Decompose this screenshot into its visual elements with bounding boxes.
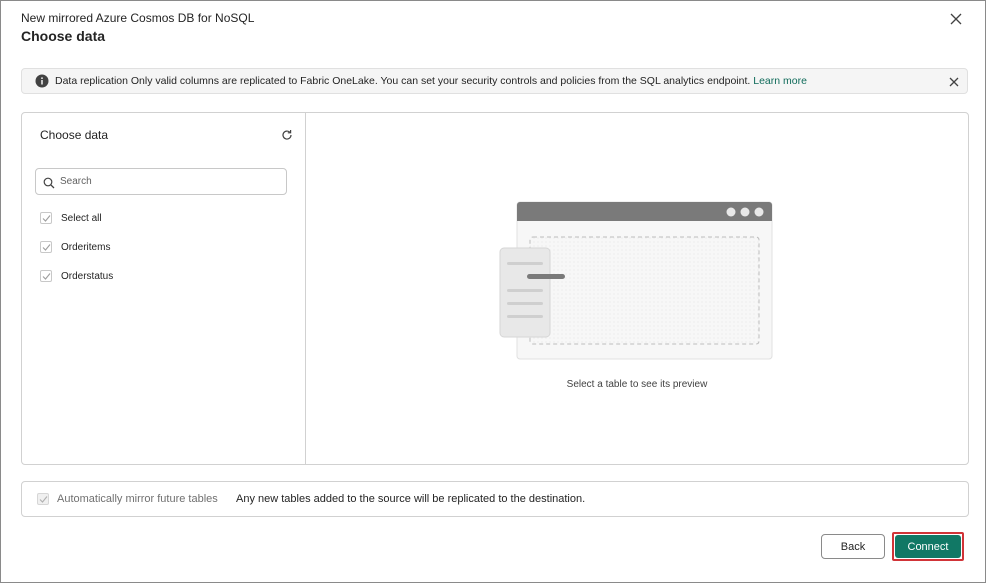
checkbox[interactable] bbox=[40, 241, 52, 253]
auto-mirror-row: Automatically mirror future tables Any n… bbox=[21, 481, 969, 517]
preview-empty-text: Select a table to see its preview bbox=[566, 379, 708, 390]
empty-preview-illustration bbox=[497, 201, 777, 363]
select-all-checkbox[interactable]: Select all bbox=[40, 210, 102, 226]
connect-button[interactable]: Connect bbox=[895, 535, 961, 558]
table-selection-pane: Choose data Select all Orderitems Ord bbox=[22, 113, 306, 464]
info-banner: Data replication Only valid columns are … bbox=[21, 68, 968, 94]
auto-mirror-description: Any new tables added to the source will … bbox=[236, 493, 586, 505]
auto-mirror-checkbox[interactable] bbox=[37, 493, 49, 505]
dialog-subtitle: New mirrored Azure Cosmos DB for NoSQL bbox=[21, 11, 255, 25]
checkbox[interactable] bbox=[40, 270, 52, 282]
refresh-icon[interactable] bbox=[281, 128, 293, 140]
auto-mirror-label: Automatically mirror future tables bbox=[57, 493, 218, 505]
choose-data-panel: Choose data Select all Orderitems Ord bbox=[21, 112, 969, 465]
search-input[interactable] bbox=[60, 172, 280, 191]
checkbox-label: Orderitems bbox=[61, 241, 111, 253]
dialog-title: Choose data bbox=[21, 28, 106, 44]
checkbox-label: Orderstatus bbox=[61, 270, 114, 282]
back-button[interactable]: Back bbox=[821, 534, 885, 559]
connect-button-highlight: Connect bbox=[892, 532, 964, 561]
banner-text: Data replication Only valid columns are … bbox=[55, 75, 751, 87]
info-icon bbox=[35, 74, 49, 88]
banner-close-icon[interactable] bbox=[948, 75, 960, 87]
checkbox-label: Select all bbox=[61, 212, 102, 224]
table-item-orderstatus[interactable]: Orderstatus bbox=[40, 268, 113, 284]
search-icon bbox=[43, 176, 55, 189]
banner-text-line: Data replication Only valid columns are … bbox=[55, 75, 807, 87]
checkbox[interactable] bbox=[40, 212, 52, 224]
mirror-dialog: New mirrored Azure Cosmos DB for NoSQL C… bbox=[0, 0, 986, 583]
learn-more-link[interactable]: Learn more bbox=[753, 75, 807, 87]
search-box bbox=[35, 168, 287, 195]
pane-title: Choose data bbox=[40, 128, 109, 142]
table-item-orderitems[interactable]: Orderitems bbox=[40, 239, 110, 255]
close-icon[interactable] bbox=[947, 10, 965, 28]
